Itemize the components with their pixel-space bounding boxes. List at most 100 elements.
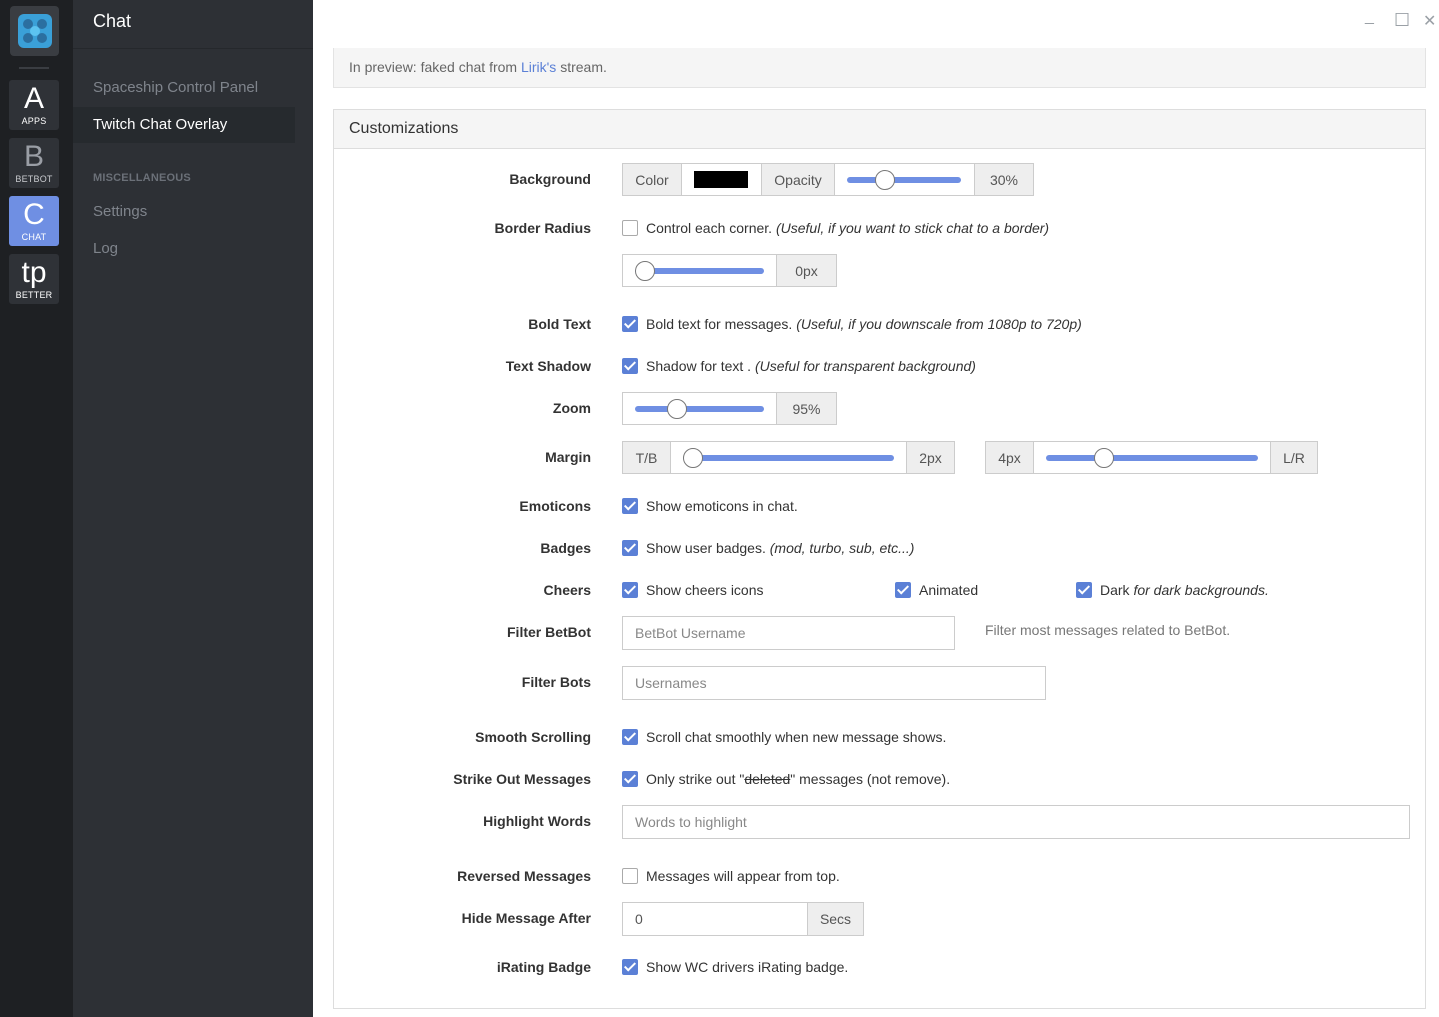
- hide-after-label: Hide Message After: [461, 910, 591, 926]
- app-logo-icon[interactable]: [10, 6, 59, 56]
- bold-text-label: Bold Text: [528, 316, 591, 332]
- margin-tb-value: 2px: [906, 441, 955, 474]
- border-radius-label: Border Radius: [494, 220, 591, 236]
- margin-tb-slider-track: [683, 455, 894, 461]
- reversed-messages-text: Messages will appear from top.: [646, 868, 840, 884]
- filter-betbot-label: Filter BetBot: [507, 624, 591, 640]
- rail-item-better-letter: tp: [21, 256, 47, 289]
- cheers-animated-checkbox[interactable]: [895, 582, 911, 598]
- rail-item-apps-letter: A: [23, 82, 44, 115]
- bold-text-hint: (Useful, if you downscale from 1080p to …: [796, 316, 1082, 332]
- background-label: Background: [509, 171, 591, 187]
- cheers-text: Show cheers icons: [646, 582, 764, 598]
- rail-item-betbot-label: BETBOT: [15, 174, 53, 184]
- close-icon[interactable]: ✕: [1423, 11, 1436, 31]
- text-shadow-desc: Shadow for text .: [646, 358, 752, 374]
- badges-label: Badges: [540, 540, 591, 556]
- margin-lr-slider-handle[interactable]: [1094, 448, 1114, 468]
- strike-out-text-a: Only strike out ": [646, 771, 745, 787]
- irating-text: Show WC drivers iRating badge.: [646, 959, 849, 975]
- margin-tb-slider[interactable]: [670, 441, 907, 474]
- cheers-animated-text: Animated: [919, 582, 979, 598]
- border-radius-value: 0px: [776, 254, 837, 287]
- text-shadow-text: Shadow for text . (Useful for transparen…: [646, 358, 976, 374]
- opacity-addon: Opacity: [761, 163, 835, 196]
- margin-tb-slider-handle[interactable]: [683, 448, 703, 468]
- strike-out-example: deleted: [744, 771, 791, 787]
- bold-text-checkbox[interactable]: [622, 316, 638, 332]
- rail-item-chat-letter: C: [23, 198, 45, 231]
- rail-item-chat[interactable]: C CHAT: [9, 196, 59, 246]
- strike-out-text-b: " messages (not remove).: [790, 771, 951, 787]
- sidebar-nav: Chat Spaceship Control Panel Twitch Chat…: [73, 0, 313, 1017]
- rail-item-apps[interactable]: A APPS: [9, 80, 59, 130]
- border-radius-slider[interactable]: [622, 254, 777, 287]
- margin-lr-addon: L/R: [1270, 441, 1318, 474]
- cheers-dark-checkbox[interactable]: [1076, 582, 1092, 598]
- bold-text-text: Bold text for messages. (Useful, if you …: [646, 316, 1082, 332]
- zoom-slider[interactable]: [622, 392, 777, 425]
- rail-divider: [19, 67, 49, 69]
- opacity-slider[interactable]: [834, 163, 975, 196]
- text-shadow-checkbox[interactable]: [622, 358, 638, 374]
- hide-after-unit: Secs: [807, 902, 864, 936]
- color-addon: Color: [622, 163, 682, 196]
- cheers-checkbox[interactable]: [622, 582, 638, 598]
- rail-item-betbot[interactable]: B BETBOT: [9, 138, 59, 188]
- app-rail: A APPS B BETBOT C CHAT tp BETTER: [0, 0, 73, 1017]
- sidebar-item-spaceship-control-panel[interactable]: Spaceship Control Panel: [73, 70, 295, 106]
- reversed-messages-checkbox[interactable]: [622, 868, 638, 884]
- preview-link[interactable]: Lirik's: [521, 59, 556, 75]
- panel-title: Customizations: [334, 110, 1425, 149]
- smooth-scrolling-label: Smooth Scrolling: [475, 729, 591, 745]
- zoom-label: Zoom: [552, 400, 591, 416]
- filter-betbot-input[interactable]: BetBot Username: [622, 616, 955, 650]
- emoticons-checkbox[interactable]: [622, 498, 638, 514]
- highlight-words-input[interactable]: Words to highlight: [622, 805, 1410, 839]
- minimize-icon[interactable]: _: [1365, 8, 1374, 26]
- preview-text: In preview: faked chat from Lirik's stre…: [349, 59, 607, 75]
- zoom-slider-track: [635, 406, 764, 412]
- preview-suffix: stream.: [556, 59, 607, 75]
- zoom-slider-handle[interactable]: [667, 399, 687, 419]
- border-radius-checkbox[interactable]: [622, 220, 638, 236]
- sidebar-item-settings[interactable]: Settings: [73, 194, 295, 230]
- smooth-scrolling-checkbox[interactable]: [622, 729, 638, 745]
- opacity-value: 30%: [974, 163, 1034, 196]
- border-radius-hint: (Useful, if you want to stick chat to a …: [775, 220, 1050, 236]
- cheers-dark-text: Dark for dark backgrounds.: [1100, 582, 1269, 598]
- cheers-dark-label: Dark: [1100, 582, 1130, 598]
- opacity-slider-track: [847, 177, 961, 183]
- opacity-slider-handle[interactable]: [875, 170, 895, 190]
- rail-item-betbot-letter: B: [23, 140, 44, 173]
- border-radius-slider-handle[interactable]: [635, 261, 655, 281]
- reversed-messages-label: Reversed Messages: [457, 868, 591, 884]
- rail-item-better[interactable]: tp BETTER: [9, 254, 59, 304]
- strike-out-checkbox[interactable]: [622, 771, 638, 787]
- irating-checkbox[interactable]: [622, 959, 638, 975]
- hide-after-input[interactable]: 0: [622, 902, 808, 936]
- badges-checkbox[interactable]: [622, 540, 638, 556]
- zoom-value: 95%: [776, 392, 837, 425]
- smooth-scrolling-text: Scroll chat smoothly when new message sh…: [646, 729, 947, 745]
- maximize-icon[interactable]: ☐: [1394, 10, 1410, 31]
- irating-label: iRating Badge: [496, 959, 591, 975]
- cheers-dark-hint: for dark backgrounds.: [1133, 582, 1269, 598]
- color-swatch: [694, 171, 748, 188]
- filter-betbot-hint: Filter most messages related to BetBot.: [985, 622, 1231, 638]
- main-content: _ ☐ ✕ In preview: faked chat from Lirik'…: [313, 0, 1439, 1017]
- sidebar-item-log[interactable]: Log: [73, 231, 295, 267]
- badges-hint: (mod, turbo, sub, etc...): [769, 540, 915, 556]
- badges-desc: Show user badges.: [646, 540, 766, 556]
- margin-tb-addon: T/B: [622, 441, 671, 474]
- strike-out-label: Strike Out Messages: [453, 771, 591, 787]
- sidebar-item-twitch-chat-overlay[interactable]: Twitch Chat Overlay: [73, 107, 295, 143]
- filter-bots-input[interactable]: Usernames: [622, 666, 1046, 700]
- sidebar-title: Chat: [73, 0, 313, 49]
- margin-lr-slider[interactable]: [1033, 441, 1271, 474]
- preview-info: In preview: faked chat from Lirik's stre…: [333, 48, 1426, 88]
- color-picker[interactable]: [681, 163, 762, 196]
- margin-lr-slider-track: [1046, 455, 1258, 461]
- border-radius-checkbox-text: Control each corner.: [646, 220, 773, 236]
- margin-label: Margin: [545, 449, 591, 465]
